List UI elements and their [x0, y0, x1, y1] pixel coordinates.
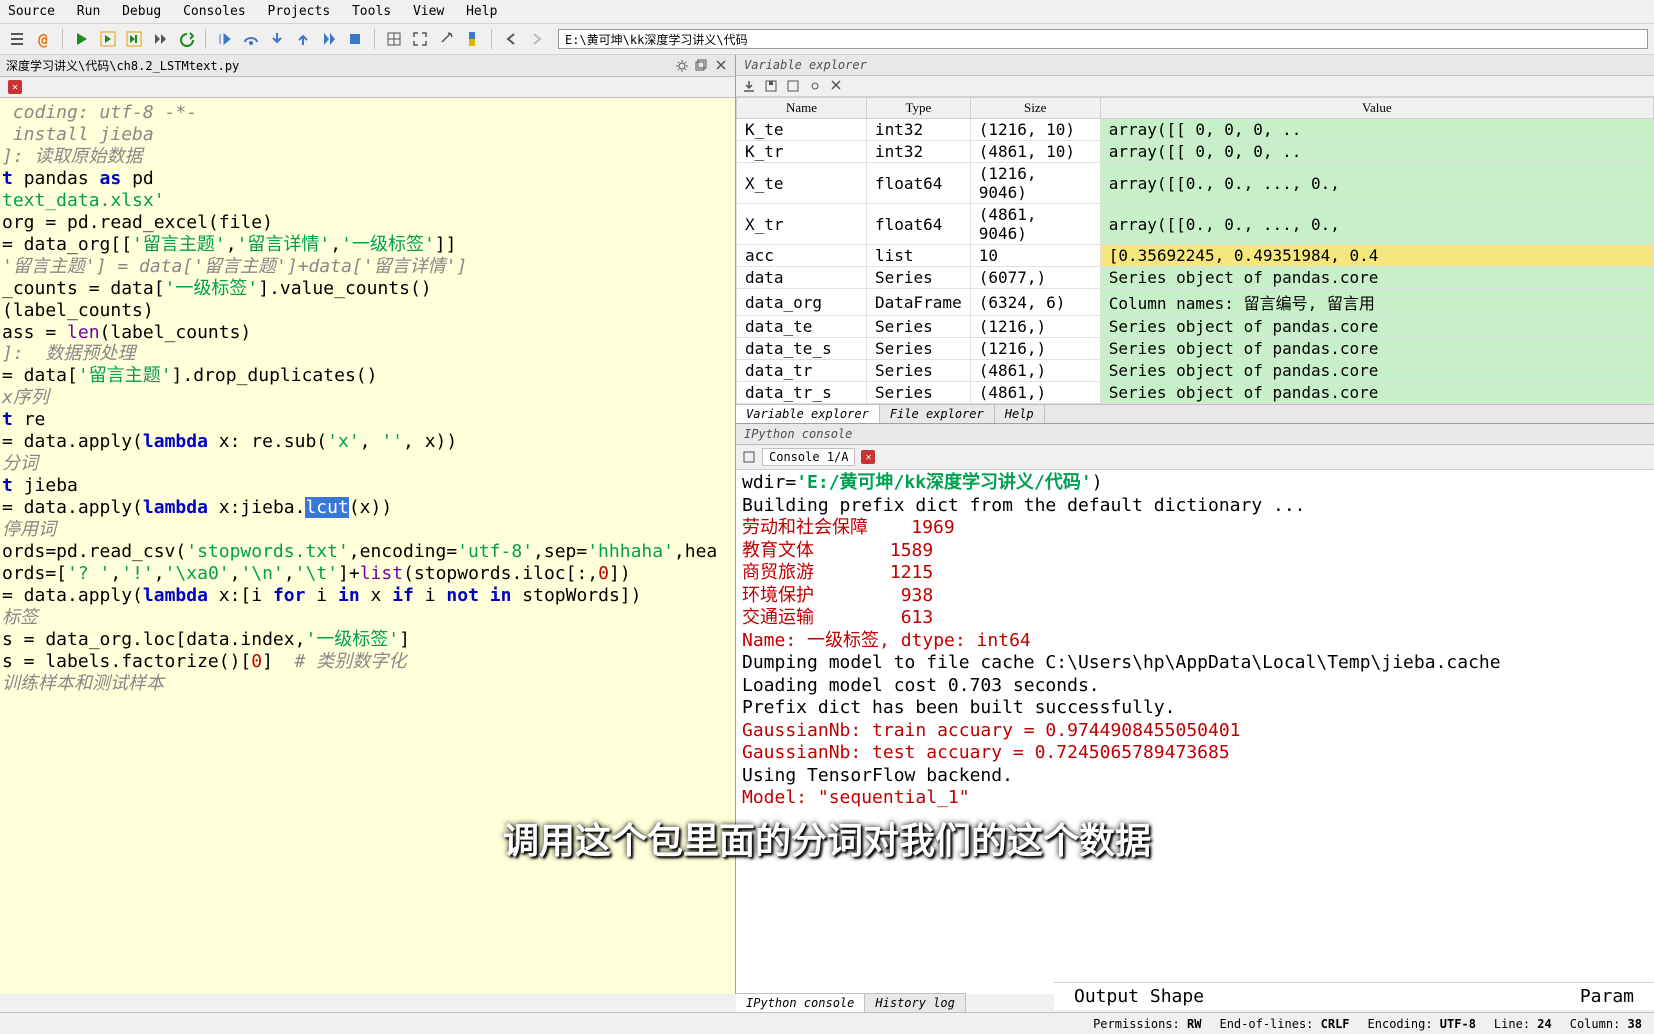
step-over-icon[interactable]: [240, 28, 262, 50]
param-label: Param: [1580, 986, 1634, 1007]
console-tabbar: Console 1/A ✕: [736, 445, 1654, 470]
menu-bar: Source Run Debug Consoles Projects Tools…: [0, 0, 1654, 24]
table-row[interactable]: data_teSeries(1216,)Series object of pan…: [737, 316, 1654, 338]
console-title: IPython console: [736, 424, 1654, 445]
model-summary-header: Output Shape Param: [1054, 982, 1654, 1010]
console-pane: IPython console Console 1/A ✕ wdir='E:/黄…: [736, 423, 1654, 994]
console-tab-close-icon[interactable]: ✕: [861, 450, 875, 464]
menu-run[interactable]: Run: [77, 4, 100, 19]
col-type[interactable]: Type: [867, 98, 971, 119]
working-dir-input[interactable]: [558, 29, 1648, 49]
menu-help[interactable]: Help: [466, 4, 497, 19]
stop-icon[interactable]: [344, 28, 366, 50]
rerun-icon[interactable]: [175, 28, 197, 50]
close-icon[interactable]: [715, 59, 729, 73]
at-icon[interactable]: @: [32, 28, 54, 50]
python-icon[interactable]: [461, 28, 483, 50]
run-icon[interactable]: [71, 28, 93, 50]
status-bar: Permissions: RW End-of-lines: CRLF Encod…: [0, 1012, 1654, 1034]
debug-step-icon[interactable]: [214, 28, 236, 50]
back-icon[interactable]: [500, 28, 522, 50]
import-icon[interactable]: [742, 79, 756, 93]
menu-consoles[interactable]: Consoles: [183, 4, 246, 19]
tab-close-icon[interactable]: ✕: [8, 80, 22, 94]
variable-toolbar: [736, 76, 1654, 97]
console-tab[interactable]: Console 1/A: [762, 448, 855, 466]
save-icon[interactable]: [764, 79, 778, 93]
editor-titlebar: 深度学习讲义\代码\ch8.2_LSTMtext.py: [0, 55, 735, 77]
file-tab[interactable]: ✕: [0, 77, 735, 98]
menu-source[interactable]: Source: [8, 4, 55, 19]
tab-file-explorer[interactable]: File explorer: [880, 405, 995, 423]
list-icon[interactable]: [6, 28, 28, 50]
col-name[interactable]: Name: [737, 98, 867, 119]
col-value[interactable]: Value: [1100, 98, 1653, 119]
maximize-icon[interactable]: [409, 28, 431, 50]
main-toolbar: @: [0, 24, 1654, 55]
tab-variable-explorer[interactable]: Variable explorer: [736, 405, 880, 423]
save-as-icon[interactable]: [786, 79, 800, 93]
table-row[interactable]: dataSeries(6077,)Series object of pandas…: [737, 267, 1654, 289]
table-row[interactable]: data_orgDataFrame(6324, 6)Column names: …: [737, 289, 1654, 316]
table-row[interactable]: X_tefloat64(1216, 9046)array([[0., 0., .…: [737, 163, 1654, 204]
table-row[interactable]: data_tr_sSeries(4861,)Series object of p…: [737, 382, 1654, 404]
tab-help[interactable]: Help: [995, 405, 1045, 423]
status-line: Line: 24: [1494, 1017, 1552, 1031]
menu-tools[interactable]: Tools: [352, 4, 391, 19]
gear-icon[interactable]: [675, 59, 689, 73]
file-path-label: 深度学习讲义\代码\ch8.2_LSTMtext.py: [6, 57, 239, 74]
table-row[interactable]: K_teint32(1216, 10)array([[ 0, 0, 0, ..: [737, 119, 1654, 141]
table-row[interactable]: data_te_sSeries(1216,)Series object of p…: [737, 338, 1654, 360]
menu-debug[interactable]: Debug: [122, 4, 161, 19]
tab-history-log[interactable]: History log: [865, 994, 965, 1012]
status-column: Column: 38: [1570, 1017, 1642, 1031]
variable-tabs: Variable explorer File explorer Help: [736, 404, 1654, 423]
status-permissions: Permissions: RW: [1093, 1017, 1201, 1031]
run-cell-icon[interactable]: [97, 28, 119, 50]
variable-table[interactable]: Name Type Size Value K_teint32(1216, 10)…: [736, 97, 1654, 404]
step-into-icon[interactable]: [266, 28, 288, 50]
var-close-icon[interactable]: [830, 79, 844, 93]
col-size[interactable]: Size: [970, 98, 1100, 119]
menu-projects[interactable]: Projects: [268, 4, 331, 19]
table-row[interactable]: X_trfloat64(4861, 9046)array([[0., 0., .…: [737, 204, 1654, 245]
status-encoding: Encoding: UTF-8: [1368, 1017, 1476, 1031]
settings-icon[interactable]: [435, 28, 457, 50]
run-selection-icon[interactable]: [149, 28, 171, 50]
console-output[interactable]: wdir='E:/黄可坤/kk深度学习讲义/代码')Building prefi…: [736, 470, 1654, 994]
table-row[interactable]: data_trSeries(4861,)Series object of pan…: [737, 360, 1654, 382]
forward-icon[interactable]: [526, 28, 548, 50]
continue-icon[interactable]: [318, 28, 340, 50]
video-subtitle: 调用这个包里面的分词对我们的这个数据: [503, 812, 1151, 864]
popout-icon[interactable]: [695, 59, 709, 73]
step-out-icon[interactable]: [292, 28, 314, 50]
menu-view[interactable]: View: [413, 4, 444, 19]
console-bottom-tabs: IPython console History log: [736, 993, 966, 1012]
var-settings-icon[interactable]: [808, 79, 822, 93]
output-shape-label: Output Shape: [1074, 986, 1204, 1007]
layout-icon[interactable]: [383, 28, 405, 50]
run-cell-advance-icon[interactable]: [123, 28, 145, 50]
variable-explorer-title: Variable explorer: [736, 55, 1654, 76]
table-row[interactable]: acclist10[0.35692245, 0.49351984, 0.4: [737, 245, 1654, 267]
table-row[interactable]: K_trint32(4861, 10)array([[ 0, 0, 0, ..: [737, 141, 1654, 163]
status-eol: End-of-lines: CRLF: [1219, 1017, 1349, 1031]
console-new-icon[interactable]: [742, 450, 756, 464]
tab-ipython-console[interactable]: IPython console: [736, 994, 865, 1012]
